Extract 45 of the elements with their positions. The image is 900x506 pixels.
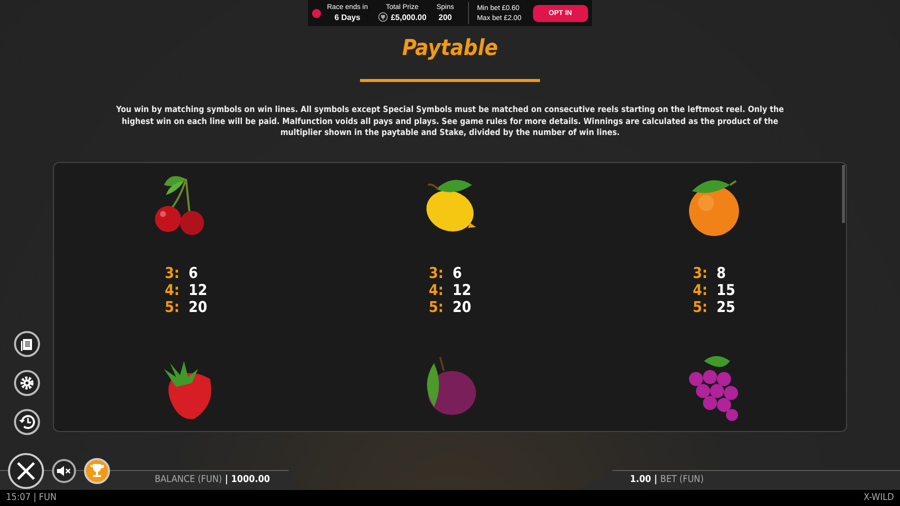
separator-text: |: [654, 474, 658, 485]
info-icon: [312, 8, 321, 18]
mute-button[interactable]: [52, 458, 76, 482]
close-icon: [16, 460, 36, 480]
separator-text: |: [224, 474, 228, 485]
trophy-icon: [90, 464, 104, 477]
race-value: 6 Days: [334, 13, 360, 22]
clock-text: 15:07 | FUN: [6, 492, 57, 503]
paytable-title: Paytable: [402, 36, 498, 62]
payout-value: 20: [188, 298, 208, 316]
history-icon: [18, 412, 36, 430]
payout-value: 15: [716, 282, 736, 298]
symbol-count: 3:: [428, 264, 444, 282]
settings-icon: [18, 374, 36, 392]
payout-value: 6: [188, 264, 199, 282]
symbol-count: 4:: [428, 282, 444, 298]
trophy-button[interactable]: [84, 458, 110, 484]
prize-value: £5,000.00: [390, 13, 426, 22]
symbol-count: 4:: [164, 282, 180, 298]
pages-button[interactable]: [14, 330, 40, 356]
payout-value: 20: [452, 298, 472, 316]
symbol-count: 4:: [692, 282, 708, 298]
payout-value: 6: [452, 264, 463, 282]
history-button[interactable]: [14, 408, 40, 434]
payout-value: 25: [716, 298, 736, 316]
scrollbar: [842, 164, 845, 222]
symbol-count: 5:: [164, 298, 180, 316]
symbol-count: 5:: [428, 298, 444, 316]
rules-paragraph: You win by matching symbols on win lines. All symbols except Special Symbols must be matched on consecutive reels starting on the leftmost reel. Only the highest win on each line will be paid. Malfunction voids all pays and plays. See game rules for more details. Winnings are calculated as the product of the multiplier shown in the paytable and Stake, divided by the number of win lines.: [115, 104, 785, 138]
bet-value: 1.00: [630, 474, 652, 485]
symbol-count: 3:: [164, 264, 180, 282]
bet-label: BET (FUN): [660, 474, 704, 485]
payout-value: 8: [716, 264, 727, 282]
spins-value: 200: [438, 13, 452, 22]
trophy-badge-icon: [378, 12, 388, 22]
balance-label: BALANCE (FUN): [154, 474, 222, 485]
settings-button[interactable]: [14, 370, 40, 396]
payout-value: 12: [188, 282, 208, 298]
game-name: X-WILD: [864, 492, 894, 503]
muted-speaker-icon: [57, 466, 71, 476]
balance-value: 1000.00: [231, 474, 270, 485]
payout-value: 12: [452, 282, 472, 298]
close-button[interactable]: [8, 452, 44, 488]
symbol-count: 3:: [692, 264, 708, 282]
symbol-count: 5:: [692, 298, 708, 316]
